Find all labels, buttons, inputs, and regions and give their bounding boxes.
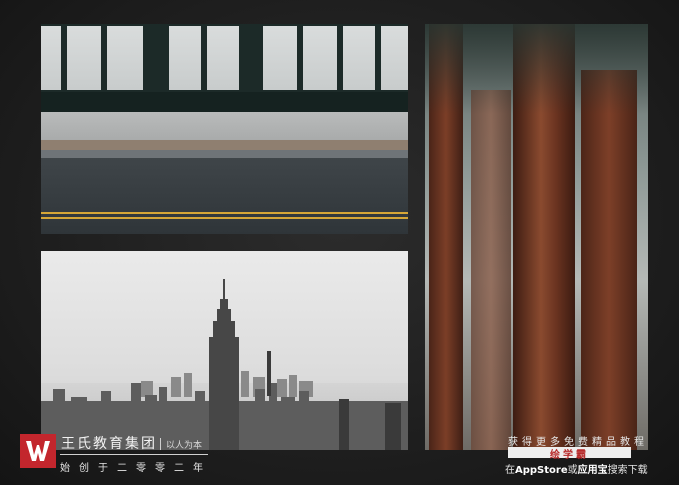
brand-name: 王氏教育集团 [61, 436, 157, 452]
brand-slogan: 以人为本 [166, 441, 203, 451]
w-logo-icon [20, 434, 56, 468]
promo-or: 或 [567, 465, 578, 476]
promo-line-2: 在AppStore或应用宝搜索下载 [505, 461, 648, 476]
promo-badge: 绘学霸 [508, 447, 631, 461]
brand-rule [60, 454, 208, 455]
appstore-label: AppStore [515, 465, 568, 476]
promo-suffix: 搜索下载 [607, 465, 648, 476]
promo-badge-label: 绘学霸 [550, 450, 589, 461]
yingyongbao-label: 应用宝 [577, 465, 608, 476]
street-photo [41, 24, 408, 234]
brand-divider [160, 438, 161, 450]
city-skyline-photo [41, 251, 408, 450]
promo-prefix: 在 [505, 465, 515, 476]
brand-founded: 始创于二零零二年 [60, 463, 212, 474]
redwood-forest-photo [425, 24, 648, 450]
